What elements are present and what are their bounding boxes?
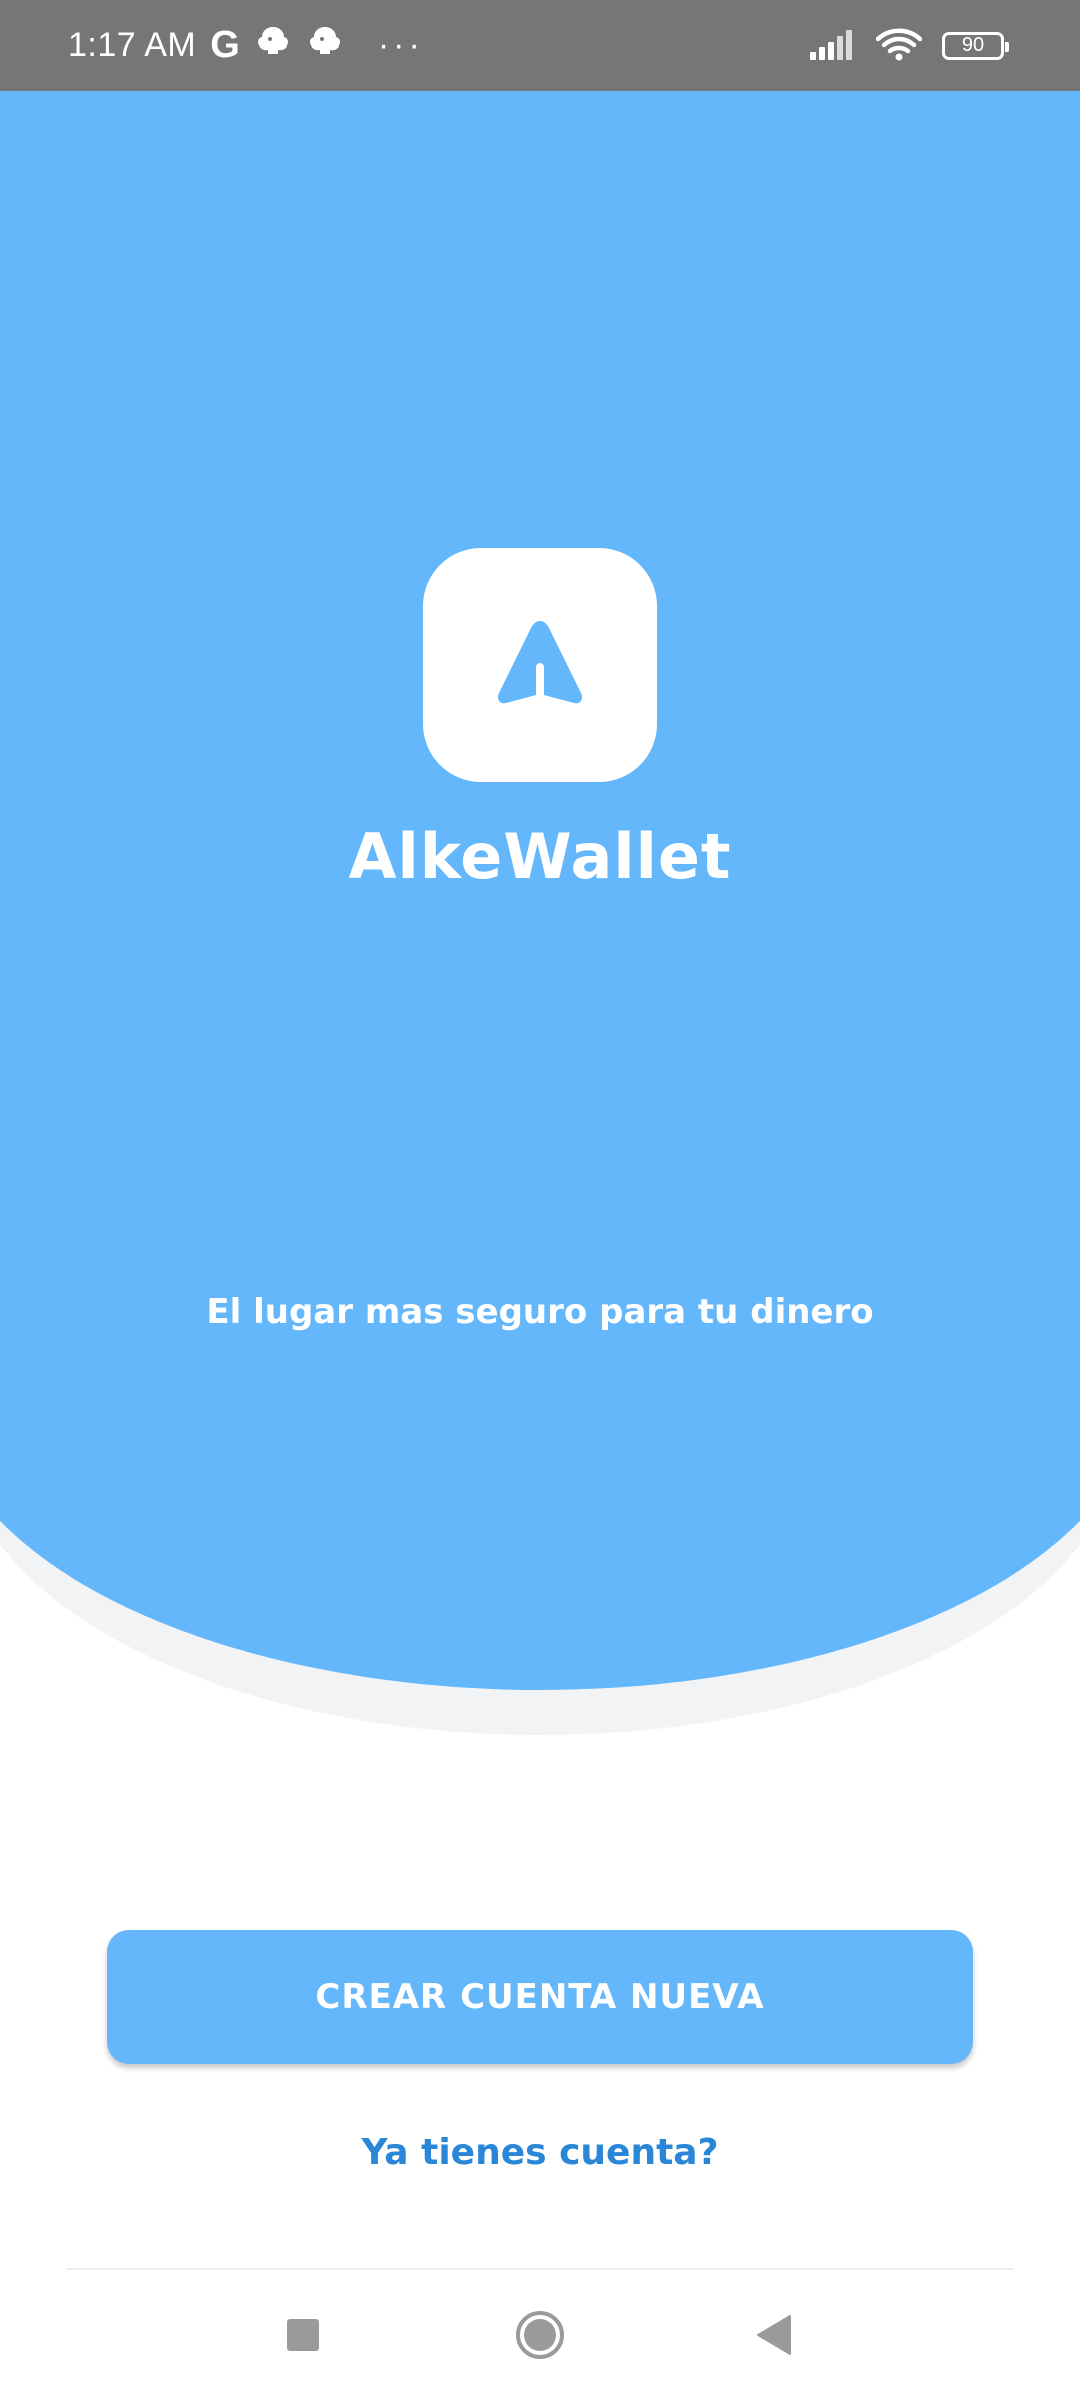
- home-button[interactable]: [480, 2270, 600, 2400]
- status-time: 1:17 AM: [68, 26, 197, 64]
- recents-icon: [287, 2319, 319, 2351]
- more-notifications-icon: ···: [377, 26, 424, 64]
- status-left: 1:17 AM G ···: [68, 0, 424, 91]
- welcome-screen: 1:17 AM G ··· 90 AlkeWallet El lugar mas…: [0, 0, 1080, 2400]
- status-bar: 1:17 AM G ··· 90: [0, 0, 1080, 91]
- app-title: AlkeWallet: [348, 820, 732, 893]
- battery-level: 90: [961, 34, 985, 56]
- system-nav-bar: [0, 2270, 1080, 2400]
- app-logo: [423, 548, 657, 782]
- wifi-icon: [875, 27, 923, 65]
- status-right: 90: [808, 0, 1009, 91]
- battery-icon: 90: [942, 31, 1009, 60]
- back-button[interactable]: [714, 2270, 834, 2400]
- create-account-button[interactable]: CREAR CUENTA NUEVA: [107, 1930, 973, 2064]
- notification-icon: [254, 23, 292, 68]
- signal-icon: [808, 28, 856, 64]
- notification-icon: [306, 23, 344, 68]
- google-icon: G: [210, 24, 240, 66]
- tagline: El lugar mas seguro para tu dinero: [206, 1292, 874, 1332]
- back-icon: [757, 2315, 791, 2355]
- login-link[interactable]: Ya tienes cuenta?: [0, 2132, 1080, 2173]
- recents-button[interactable]: [243, 2270, 363, 2400]
- send-arrow-icon: [497, 621, 583, 704]
- home-icon: [516, 2311, 564, 2359]
